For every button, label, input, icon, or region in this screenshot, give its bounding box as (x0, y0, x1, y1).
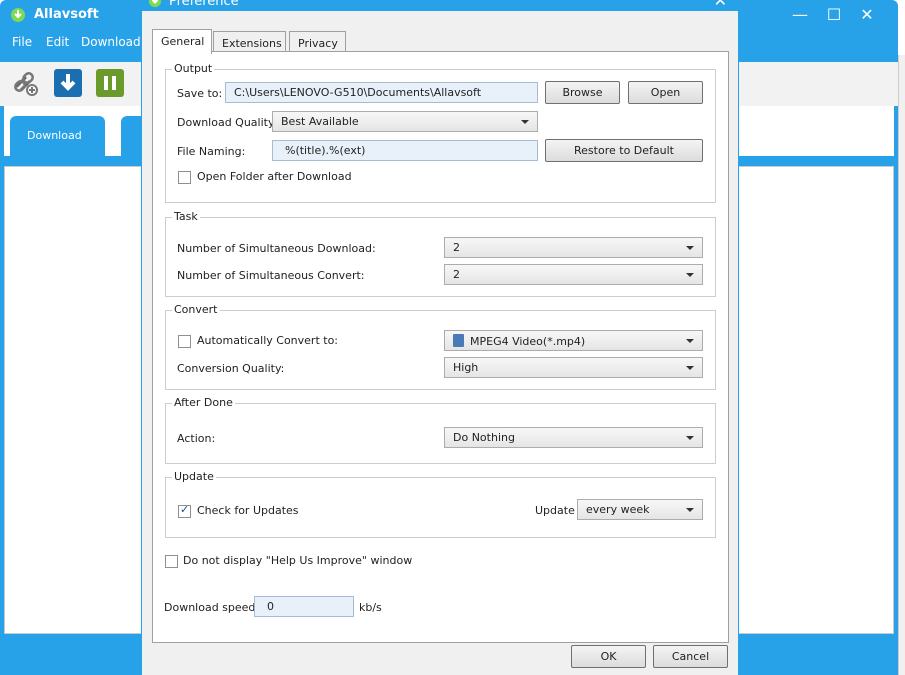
convert-format-select[interactable]: MPEG4 Video(*.mp4) (444, 330, 703, 351)
conversion-quality-label: Conversion Quality: (177, 362, 285, 375)
chevron-down-icon (686, 508, 694, 512)
after-done-legend: After Done (172, 396, 235, 409)
after-done-group: After Done Action: Do Nothing (165, 396, 716, 464)
download-quality-label: Download Quality: (177, 116, 278, 129)
convert-group: Convert Automatically Convert to: MPEG4 … (165, 303, 716, 390)
chevron-down-icon (686, 436, 694, 440)
save-to-field[interactable]: C:\Users\LENOVO-G510\Documents\Allavsoft (225, 82, 538, 103)
help-improve-label: Do not display "Help Us Improve" window (183, 554, 413, 567)
action-value: Do Nothing (453, 431, 515, 444)
check-updates-checkbox[interactable]: ✓ (178, 503, 191, 518)
help-improve-checkbox[interactable] (165, 555, 178, 568)
app-title: Allavsoft (34, 7, 99, 22)
convert-format-value: MPEG4 Video(*.mp4) (470, 335, 586, 348)
sim-convert-value: 2 (453, 268, 460, 281)
check-updates-label: Check for Updates (197, 504, 299, 517)
open-folder-checkbox[interactable] (178, 171, 191, 184)
sim-download-select[interactable]: 2 (444, 237, 703, 258)
chevron-down-icon (686, 246, 694, 250)
update-group: Update ✓ Check for Updates Update every … (165, 470, 716, 538)
pause-icon[interactable] (95, 68, 125, 98)
cancel-button[interactable]: Cancel (653, 645, 728, 668)
update-frequency-select[interactable]: every week (577, 499, 703, 520)
right-edge-strip (898, 55, 905, 675)
sim-download-label: Number of Simultaneous Download: (177, 242, 376, 255)
download-speed-label: Download speed: (164, 601, 260, 614)
conversion-quality-select[interactable]: High (444, 357, 703, 378)
save-to-label: Save to: (177, 87, 223, 100)
general-tab-pane: Output Save to: C:\Users\LENOVO-G510\Doc… (152, 51, 729, 643)
menu-file[interactable]: File (12, 35, 32, 49)
action-select[interactable]: Do Nothing (444, 427, 703, 448)
dialog-body: General Extensions Privacy Output Save t… (142, 11, 738, 675)
task-legend: Task (172, 210, 200, 223)
add-link-icon[interactable] (11, 68, 41, 98)
update-frequency-value: every week (586, 503, 650, 516)
download-quality-value: Best Available (281, 115, 359, 128)
chevron-down-icon (686, 273, 694, 277)
task-group: Task Number of Simultaneous Download: 2 … (165, 210, 716, 297)
tab-download[interactable]: Download (10, 116, 105, 158)
maximize-button[interactable]: ☐ (819, 3, 849, 27)
sim-convert-label: Number of Simultaneous Convert: (177, 269, 365, 282)
file-naming-field[interactable]: %(title).%(ext) (272, 140, 538, 161)
app-logo-icon (11, 8, 25, 22)
sim-convert-select[interactable]: 2 (444, 264, 703, 285)
chevron-down-icon (686, 366, 694, 370)
download-quality-select[interactable]: Best Available (272, 111, 538, 132)
close-button[interactable]: ✕ (852, 3, 882, 27)
dialog-close-button[interactable]: ✕ (714, 0, 727, 10)
open-button[interactable]: Open (628, 81, 703, 104)
chevron-down-icon (686, 339, 694, 343)
output-legend: Output (172, 62, 215, 75)
action-label: Action: (177, 432, 216, 445)
download-speed-field[interactable]: 0 (254, 596, 354, 617)
output-group: Output Save to: C:\Users\LENOVO-G510\Doc… (165, 62, 716, 203)
dialog-title: Preference (169, 0, 239, 9)
chevron-down-icon (521, 120, 529, 124)
tab-general[interactable]: General (152, 29, 212, 54)
sim-download-value: 2 (453, 241, 460, 254)
download-speed-unit: kb/s (359, 601, 382, 614)
ok-button[interactable]: OK (571, 645, 646, 668)
convert-legend: Convert (172, 303, 220, 316)
preference-dialog: Preference ✕ General Extensions Privacy … (141, 0, 739, 675)
browse-button[interactable]: Browse (545, 81, 620, 104)
update-legend: Update (172, 470, 216, 483)
menu-download[interactable]: Download (81, 35, 141, 49)
restore-default-button[interactable]: Restore to Default (545, 139, 703, 162)
tab-extensions[interactable]: Extensions (213, 31, 286, 53)
checkmark-icon: ✓ (180, 503, 190, 516)
auto-convert-label: Automatically Convert to: (197, 334, 339, 347)
tab-privacy[interactable]: Privacy (289, 31, 346, 53)
auto-convert-checkbox[interactable] (178, 335, 191, 348)
menu-edit[interactable]: Edit (46, 35, 69, 49)
download-icon[interactable] (53, 68, 83, 98)
minimize-button[interactable]: — (785, 3, 815, 27)
conversion-quality-value: High (453, 361, 479, 374)
open-folder-label: Open Folder after Download (197, 170, 352, 183)
dialog-logo-icon (148, 0, 162, 8)
update-frequency-label: Update (535, 504, 575, 517)
video-file-icon (453, 334, 464, 347)
file-naming-label: File Naming: (177, 145, 246, 158)
tab-download-label: Download (27, 129, 82, 142)
